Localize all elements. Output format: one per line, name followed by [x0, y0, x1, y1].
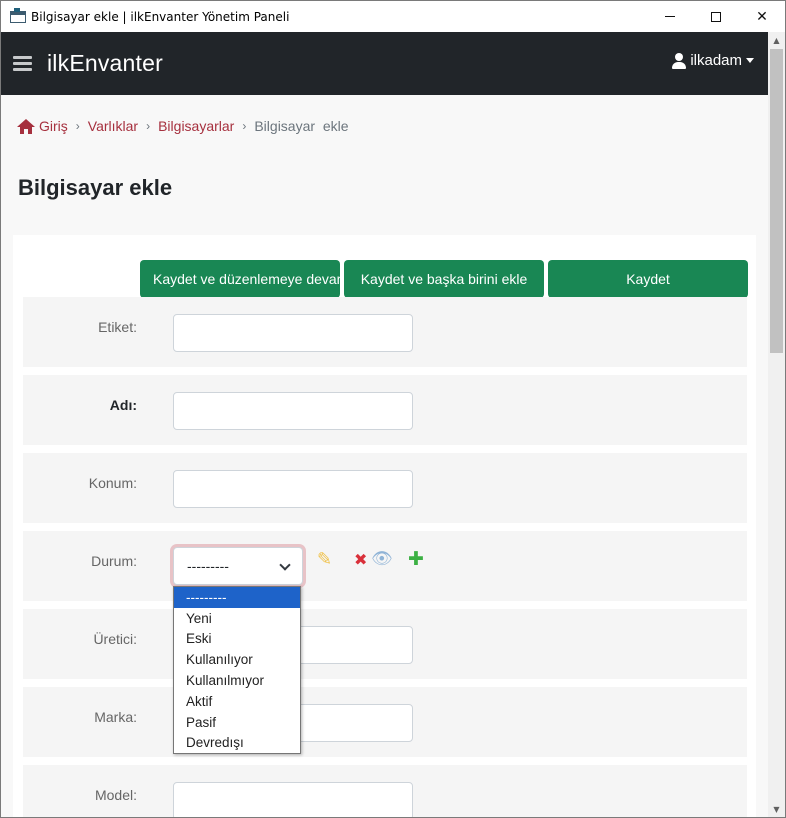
form-row-etiket: Etiket: [23, 297, 747, 367]
caret-down-icon [746, 58, 754, 63]
breadcrumb: Giriş › Varlıklar › Bilgisayarlar › Bilg… [1, 95, 768, 157]
adi-input[interactable] [173, 392, 413, 430]
vertical-scrollbar[interactable]: ▲ ▼ [768, 32, 785, 817]
breadcrumb-separator: › [75, 119, 80, 133]
model-input[interactable] [173, 782, 413, 817]
durum-select-value: --------- [187, 558, 229, 574]
durum-option[interactable]: Kullanılmıyor [174, 670, 300, 691]
konum-label: Konum: [88, 475, 137, 491]
minimize-icon [665, 16, 675, 17]
maximize-icon [711, 11, 721, 22]
durum-option[interactable]: Pasif [174, 712, 300, 733]
add-related-icon[interactable]: ✚ [408, 550, 424, 569]
chevron-down-icon [279, 559, 291, 571]
user-menu[interactable]: ilkadam [672, 52, 754, 69]
durum-label: Durum: [91, 553, 137, 569]
scroll-up-icon[interactable]: ▲ [768, 32, 785, 49]
form-row-konum: Konum: [23, 453, 747, 523]
minimize-button[interactable] [647, 1, 693, 32]
breadcrumb-home[interactable]: Giriş [17, 118, 68, 134]
durum-option[interactable]: --------- [174, 587, 300, 608]
form-row-uretici: Üretici: [23, 609, 747, 679]
breadcrumb-item-bilgisayarlar[interactable]: Bilgisayarlar [158, 118, 234, 134]
save-button[interactable]: Kaydet [548, 260, 748, 298]
menu-toggle-icon[interactable] [13, 56, 32, 71]
edit-related-icon[interactable]: ✎ [317, 551, 332, 569]
close-button[interactable]: ✕ [739, 1, 785, 32]
top-navbar: ilkEnvanter ilkadam [1, 32, 768, 95]
form-row-durum: Durum: --------- ✎ ✖ 👁 ✚ [23, 531, 747, 601]
close-icon: ✕ [756, 8, 768, 25]
title-bar: Bilgisayar ekle | ilkEnvanter Yönetim Pa… [1, 1, 785, 32]
model-label: Model: [94, 787, 137, 803]
save-and-continue-button[interactable]: Kaydet ve düzenlemeye devam et [140, 260, 340, 298]
page-title: Bilgisayar ekle [18, 175, 173, 200]
user-name: ilkadam [690, 52, 742, 69]
home-icon [17, 118, 35, 134]
breadcrumb-home-label: Giriş [39, 118, 68, 134]
breadcrumb-separator: › [242, 119, 247, 133]
browser-window: Bilgisayar ekle | ilkEnvanter Yönetim Pa… [0, 0, 786, 818]
save-and-add-another-button[interactable]: Kaydet ve başka birini ekle [344, 260, 544, 298]
uretici-label: Üretici: [93, 631, 137, 647]
app-icon [10, 7, 26, 23]
durum-option[interactable]: Aktif [174, 691, 300, 712]
window-title: Bilgisayar ekle | ilkEnvanter Yönetim Pa… [31, 9, 290, 24]
form-row-marka: Marka: [23, 687, 747, 757]
user-icon [672, 52, 687, 69]
durum-option[interactable]: Eski [174, 629, 300, 650]
durum-option[interactable]: Devredışı [174, 733, 300, 754]
form-row-model: Model: [23, 765, 747, 817]
durum-option[interactable]: Yeni [174, 608, 300, 629]
view-related-icon[interactable]: 👁 [371, 551, 393, 568]
breadcrumb-current: Bilgisayar ekle [254, 118, 349, 134]
durum-dropdown-list: --------- Yeni Eski Kullanılıyor Kullanı… [173, 586, 301, 754]
brand-logo[interactable]: ilkEnvanter [47, 50, 163, 77]
page-viewport: ilkEnvanter ilkadam Giriş › Varlıklar › … [1, 32, 768, 817]
window-controls: ✕ [647, 1, 785, 32]
etiket-input[interactable] [173, 314, 413, 352]
durum-select[interactable]: --------- [173, 547, 303, 585]
etiket-label: Etiket: [98, 319, 137, 335]
maximize-button[interactable] [693, 1, 739, 32]
delete-related-icon[interactable]: ✖ [354, 552, 367, 568]
breadcrumb-item-varliklar[interactable]: Varlıklar [88, 118, 138, 134]
breadcrumb-separator: › [146, 119, 151, 133]
adi-label: Adı: [109, 397, 137, 413]
scroll-thumb[interactable] [770, 49, 783, 353]
form-row-adi: Adı: [23, 375, 747, 445]
scroll-down-icon[interactable]: ▼ [768, 801, 785, 817]
marka-label: Marka: [94, 709, 137, 725]
konum-input[interactable] [173, 470, 413, 508]
durum-option[interactable]: Kullanılıyor [174, 649, 300, 670]
